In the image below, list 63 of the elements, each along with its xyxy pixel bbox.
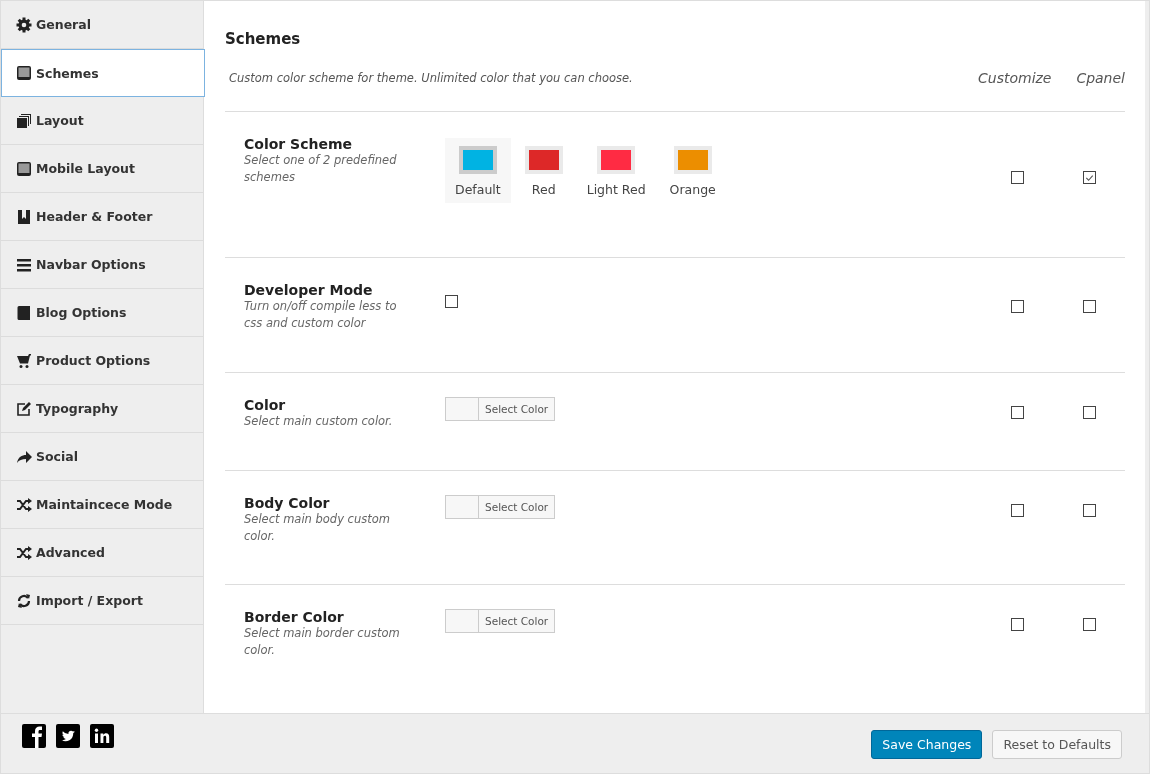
save-changes-button[interactable]: Save Changes: [871, 730, 983, 759]
section-description: Custom color scheme for theme. Unlimited color that you can choose.: [229, 71, 634, 85]
checkbox[interactable]: [1010, 171, 1024, 184]
sidebar-item[interactable]: Social: [1, 433, 203, 481]
option-description: Select one of 2 predefined schemes: [244, 152, 398, 186]
share-arrow-icon: [16, 448, 32, 465]
check-mark-icon: [1083, 172, 1095, 183]
bookmark-icon: [16, 208, 32, 225]
sidebar-item[interactable]: Header & Footer: [1, 193, 203, 241]
option-title: Developer Mode: [244, 282, 374, 298]
checkbox[interactable]: [1082, 171, 1096, 184]
tablet-icon: [16, 160, 32, 177]
copy-icon: [16, 112, 32, 129]
section-title: Schemes: [225, 30, 302, 48]
menu-icon: [16, 256, 32, 273]
color-scheme-option[interactable]: Light Red: [576, 138, 656, 203]
twitter-icon[interactable]: [56, 724, 80, 748]
book-icon: [16, 304, 32, 321]
option-title: Color: [244, 397, 287, 413]
column-header: Customize: [978, 70, 1050, 86]
option-description: Select main custom color.: [244, 413, 394, 430]
option-title: Color Scheme: [244, 136, 353, 152]
select-color-button[interactable]: Select Color: [445, 609, 556, 633]
checkbox[interactable]: [1010, 618, 1024, 631]
sidebar-item[interactable]: Schemes: [1, 49, 205, 97]
checkbox[interactable]: [1010, 300, 1024, 313]
option-description: Turn on/off compile less to css and custom color: [244, 298, 398, 332]
gear-icon: [16, 16, 32, 33]
shuffle-icon: [16, 544, 32, 561]
checkbox[interactable]: [1082, 300, 1096, 313]
sidebar-item[interactable]: Mobile Layout: [1, 145, 203, 193]
option-title: Body Color: [244, 495, 331, 511]
checkbox[interactable]: [1010, 406, 1024, 419]
option-title: Border Color: [244, 609, 345, 625]
cart-icon: [16, 352, 32, 369]
checkbox[interactable]: [1082, 618, 1096, 631]
option-description: Select main border custom color.: [244, 625, 401, 659]
select-color-button[interactable]: Select Color: [445, 397, 556, 421]
select-color-button[interactable]: Select Color: [445, 495, 556, 519]
color-scheme-option[interactable]: Red: [514, 138, 573, 203]
sidebar-item[interactable]: Import / Export: [1, 577, 203, 625]
checkbox[interactable]: [1082, 406, 1096, 419]
facebook-icon[interactable]: [22, 724, 46, 748]
sidebar-item[interactable]: Product Options: [1, 337, 203, 385]
color-scheme-option[interactable]: Orange: [659, 138, 726, 203]
sidebar-item[interactable]: Layout: [1, 97, 203, 145]
shuffle-icon: [16, 496, 32, 513]
checkbox[interactable]: [1010, 504, 1024, 517]
checkbox[interactable]: [1082, 504, 1096, 517]
edit-icon: [16, 400, 32, 417]
column-header: Cpanel: [1075, 70, 1125, 86]
refresh-icon: [16, 592, 32, 609]
option-description: Select main body custom color.: [244, 511, 391, 545]
tablet-icon: [16, 65, 32, 81]
linkedin-icon[interactable]: [90, 724, 114, 748]
sidebar-item[interactable]: Maintaincece Mode: [1, 481, 203, 529]
color-scheme-option[interactable]: Default: [445, 138, 511, 203]
sidebar-item[interactable]: Advanced: [1, 529, 203, 577]
sidebar-item[interactable]: Navbar Options: [1, 241, 203, 289]
reset-to-defaults-button[interactable]: Reset to Defaults: [992, 730, 1122, 759]
checkbox[interactable]: [445, 295, 458, 308]
sidebar-item[interactable]: Blog Options: [1, 289, 203, 337]
sidebar-item[interactable]: Typography: [1, 385, 203, 433]
